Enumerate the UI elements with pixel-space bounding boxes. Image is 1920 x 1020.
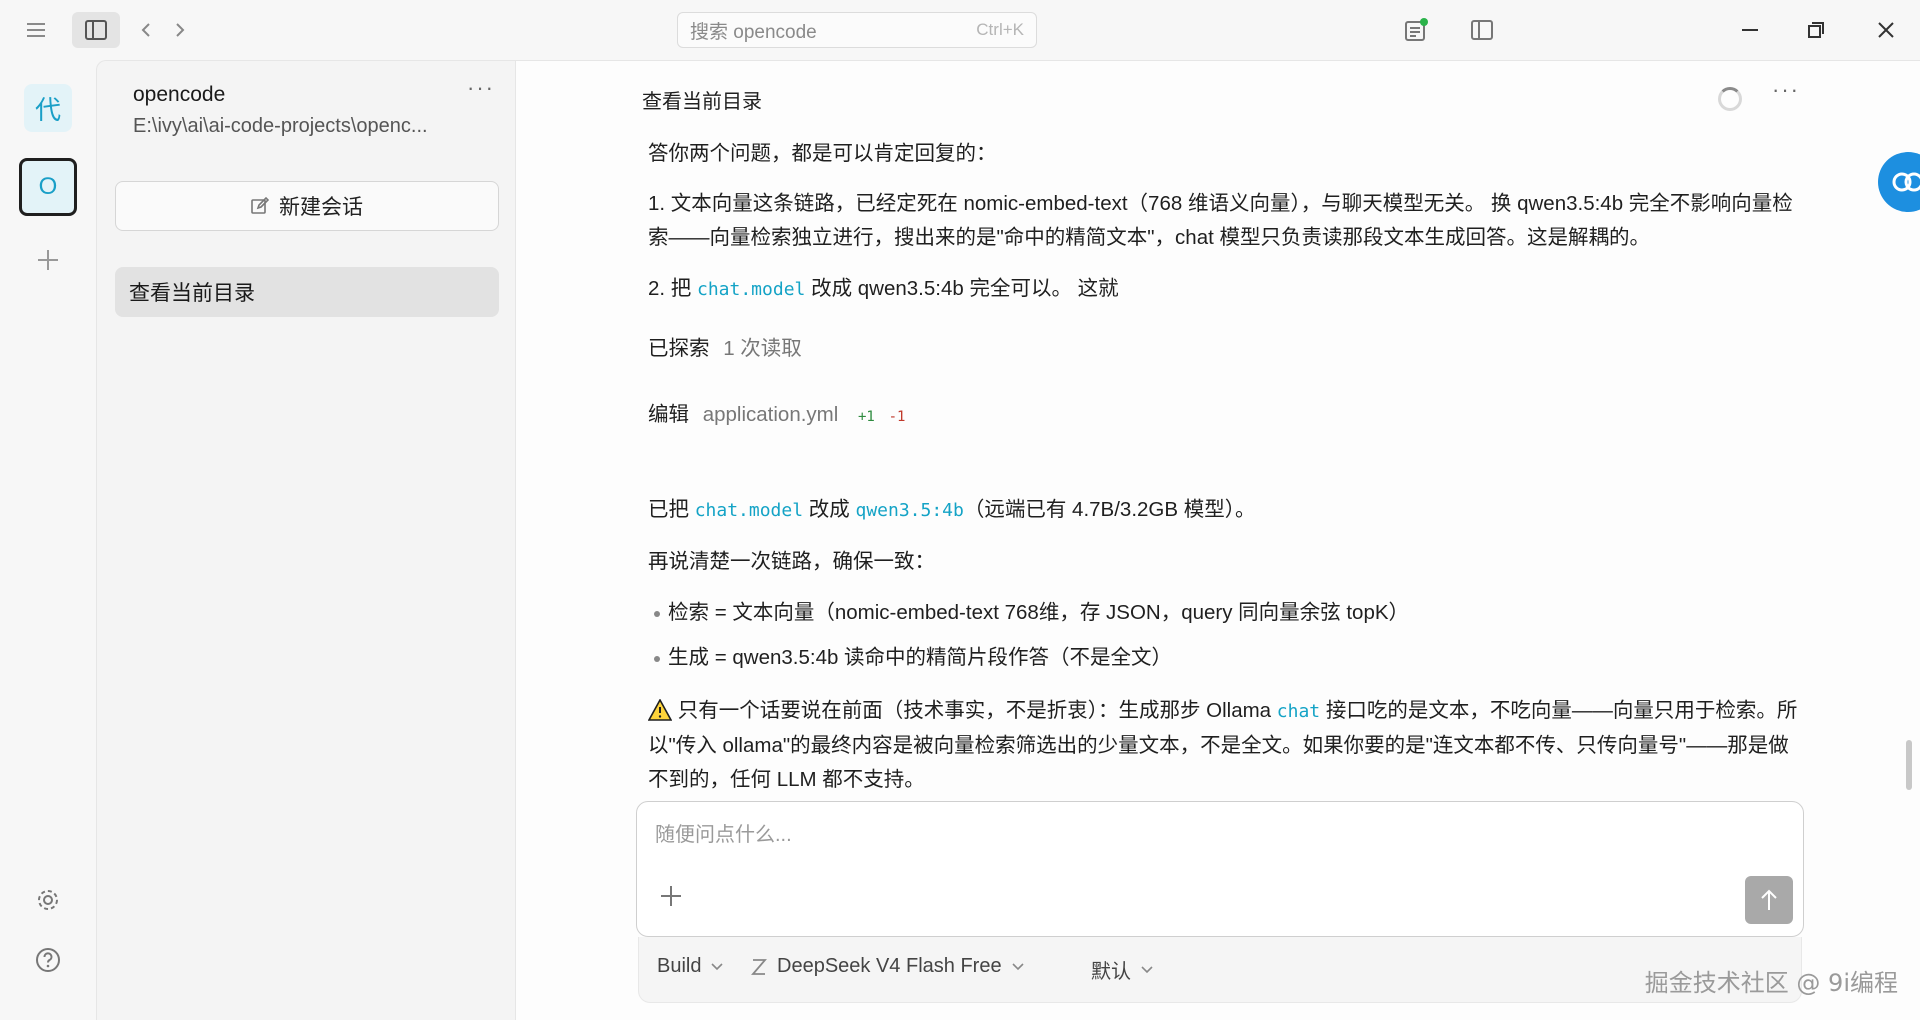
search-shortcut: Ctrl+K xyxy=(976,20,1024,39)
model-label: DeepSeek V4 Flash Free xyxy=(777,955,1002,977)
chevron-down-icon xyxy=(1141,965,1153,973)
chevron-down-icon xyxy=(1011,962,1024,970)
prompt-placeholder: 随便问点什么... xyxy=(655,824,792,846)
prompt-input[interactable]: 随便问点什么... xyxy=(636,801,1804,937)
diff-added: +1 xyxy=(858,409,875,425)
project-avatar[interactable]: 代 xyxy=(24,84,72,132)
search-placeholder: 搜索 opencode xyxy=(690,21,817,43)
agent-label: Build xyxy=(657,955,702,977)
session-sidebar: opencode ··· E:\ivy\ai\ai-code-projects\… xyxy=(96,60,516,1020)
diff-removed: -1 xyxy=(888,409,906,425)
project-path: E:\ivy\ai\ai-code-projects\openc... xyxy=(133,115,428,137)
restore-icon[interactable] xyxy=(1800,14,1832,46)
menu-icon[interactable] xyxy=(22,16,50,44)
message-recap: 再说清楚一次链路，确保一致： xyxy=(648,550,935,573)
send-button[interactable] xyxy=(1745,876,1793,924)
loading-spinner-icon xyxy=(1718,87,1742,111)
list-item: 生成 = qwen3.5:4b 读命中的精简片段作答（不是全文） xyxy=(654,641,1798,675)
point-2-suffix: 改成 qwen3.5:4b 完全可以。 这就 xyxy=(805,277,1119,300)
active-project-button[interactable]: O xyxy=(19,158,77,216)
warning-prefix: 只有一个话要说在前面（技术事实，不是折衷）：生成那步 Ollama xyxy=(672,699,1277,722)
active-project-label: O xyxy=(38,173,58,200)
composer-toolbar: Build DeepSeek V4 Flash Free 默认 xyxy=(638,937,1802,1003)
message-changed: 已把 chat.model 改成 qwen3.5:4b（远端已有 4.7B/3.… xyxy=(648,493,1798,528)
toggle-sidebar-icon[interactable] xyxy=(72,12,120,48)
session-title: 查看当前目录 xyxy=(642,91,762,113)
list-item: 检索 = 文本向量（nomic-embed-text 768维，存 JSON，q… xyxy=(654,596,1798,630)
explored-step[interactable]: 已探索 1 次读取 xyxy=(648,332,1798,366)
model-provider-icon xyxy=(751,958,767,975)
changed-suffix: （远端已有 4.7B/3.2GB 模型）。 xyxy=(963,498,1256,521)
message-warning: 只有一个话要说在前面（技术事实，不是折衷）：生成那步 Ollama chat 接… xyxy=(647,694,1798,797)
forward-icon[interactable] xyxy=(166,16,194,44)
scrollbar-thumb[interactable] xyxy=(1906,740,1912,790)
watermark: 掘金技术社区 @ 9i编程 xyxy=(1644,969,1898,997)
changed-prefix: 已把 xyxy=(648,498,695,521)
minimize-icon[interactable] xyxy=(1734,14,1766,46)
variant-select[interactable]: 默认 xyxy=(1091,955,1153,984)
changed-code-1: chat.model xyxy=(694,500,804,521)
chat-panel: 查看当前目录 ··· 答你两个问题，都是可以肯定回复的： 1. 文本向量这条链路… xyxy=(516,60,1920,1020)
warning-icon xyxy=(647,698,673,721)
changed-code-2: qwen3.5:4b xyxy=(855,500,964,521)
back-icon[interactable] xyxy=(132,16,160,44)
explored-label: 已探索 xyxy=(648,337,710,360)
arrow-up-icon xyxy=(1761,889,1777,910)
new-session-button[interactable]: 新建会话 xyxy=(115,181,499,231)
project-more-button[interactable]: ··· xyxy=(467,75,495,101)
panel-toggle-icon[interactable] xyxy=(1466,14,1498,46)
variant-label: 默认 xyxy=(1091,961,1131,983)
agent-select[interactable]: Build xyxy=(657,955,724,978)
close-icon[interactable] xyxy=(1870,14,1902,46)
new-session-label: 新建会话 xyxy=(279,196,363,219)
attach-icon[interactable] xyxy=(659,882,683,916)
settings-icon[interactable] xyxy=(32,884,64,916)
project-avatar-label: 代 xyxy=(34,94,61,125)
edit-label: 编辑 xyxy=(648,403,689,426)
session-item-label: 查看当前目录 xyxy=(129,282,255,305)
warning-code: chat xyxy=(1276,701,1321,722)
changed-mid: 改成 xyxy=(803,498,856,521)
message-point-2: 2. 把 chat.model 改成 qwen3.5:4b 完全可以。 这就 xyxy=(648,272,1798,307)
point-2-prefix: 2. 把 xyxy=(648,277,697,300)
message-intro: 答你两个问题，都是可以肯定回复的： xyxy=(648,142,997,165)
session-more-button[interactable]: ··· xyxy=(1772,77,1800,103)
model-select[interactable]: DeepSeek V4 Flash Free xyxy=(751,955,1024,978)
help-icon[interactable] xyxy=(32,944,64,976)
point-2-code: chat.model xyxy=(697,279,806,300)
add-project-icon[interactable] xyxy=(24,236,72,284)
project-rail: 代 O xyxy=(0,60,96,1020)
session-item[interactable]: 查看当前目录 xyxy=(115,267,499,317)
review-icon[interactable] xyxy=(1400,14,1432,46)
explored-detail: 1 次读取 xyxy=(723,337,802,360)
search-input[interactable]: 搜索 opencode Ctrl+K xyxy=(677,12,1037,48)
edit-icon xyxy=(251,197,269,214)
message-point-1: 1. 文本向量这条链路，已经定死在 nomic-embed-text（768 维… xyxy=(648,192,1793,249)
title-bar: 搜索 opencode Ctrl+K xyxy=(0,0,1920,60)
edit-file: application.yml xyxy=(702,403,839,426)
chevron-down-icon xyxy=(711,962,724,970)
project-name: opencode xyxy=(133,83,226,106)
edit-step[interactable]: 编辑 application.yml +1 -1 xyxy=(648,398,1798,434)
